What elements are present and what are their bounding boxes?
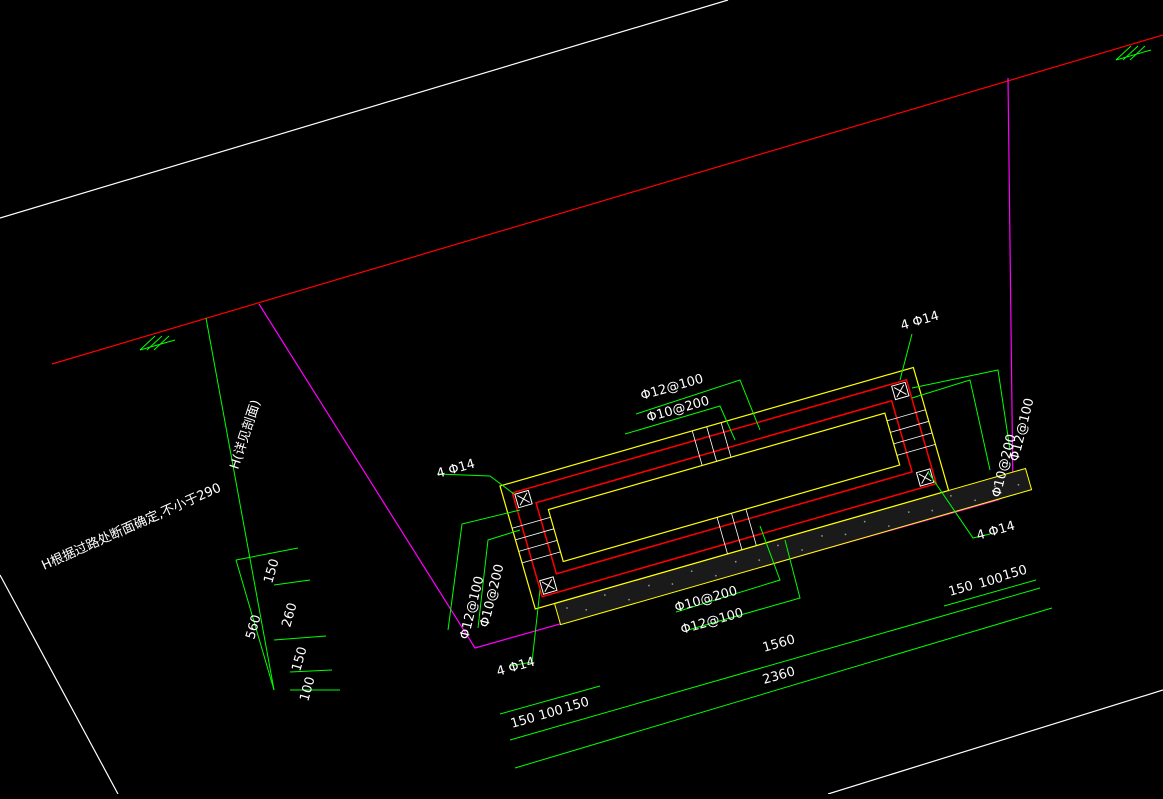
dim-left-150b: 150 [289, 645, 310, 673]
dim-width-2360: 2360 [761, 664, 797, 688]
drawing-border [0, 0, 1163, 795]
dim-bot-150a: 150 [509, 711, 537, 732]
annotation-labels: H根据过路处断面确定,不小于290 H(详见剖面) 4 Φ14 4 Φ14 4 … [39, 309, 1037, 680]
rebar-label-bottom-left: 4 Φ14 [495, 655, 537, 680]
dim-right-150a: 150 [947, 579, 975, 600]
dim-bot-150b: 150 [563, 695, 591, 716]
dim-left-150a: 150 [261, 557, 282, 585]
design-note: H根据过路处断面确定,不小于290 [39, 480, 223, 574]
box-culvert-section-drawing: H根据过路处断面确定,不小于290 H(详见剖面) 4 Φ14 4 Φ14 4 … [0, 0, 1163, 795]
cad-drawing-canvas[interactable]: H根据过路处断面确定,不小于290 H(详见剖面) 4 Φ14 4 Φ14 4 … [0, 0, 1163, 795]
dim-left-560: 560 [243, 613, 264, 641]
dim-left-260: 260 [279, 601, 300, 629]
h-depth-label: H(详见剖面) [228, 398, 264, 471]
excavation-outline [258, 77, 1014, 649]
dim-right-100: 100 [977, 571, 1005, 592]
dim-right-150b: 150 [1001, 563, 1029, 584]
rebar-label-top-left: 4 Φ14 [435, 457, 477, 482]
rebar-label-bottom-right: 4 Φ14 [975, 519, 1017, 544]
dim-width-1560: 1560 [761, 632, 797, 656]
dim-left-100: 100 [297, 675, 318, 703]
ground-hatch-icon [139, 45, 1152, 351]
rebar-label-top-right: 4 Φ14 [899, 309, 941, 334]
dim-bot-100: 100 [537, 703, 565, 724]
ground-line [51, 34, 1163, 365]
inner-rebar [535, 399, 913, 575]
